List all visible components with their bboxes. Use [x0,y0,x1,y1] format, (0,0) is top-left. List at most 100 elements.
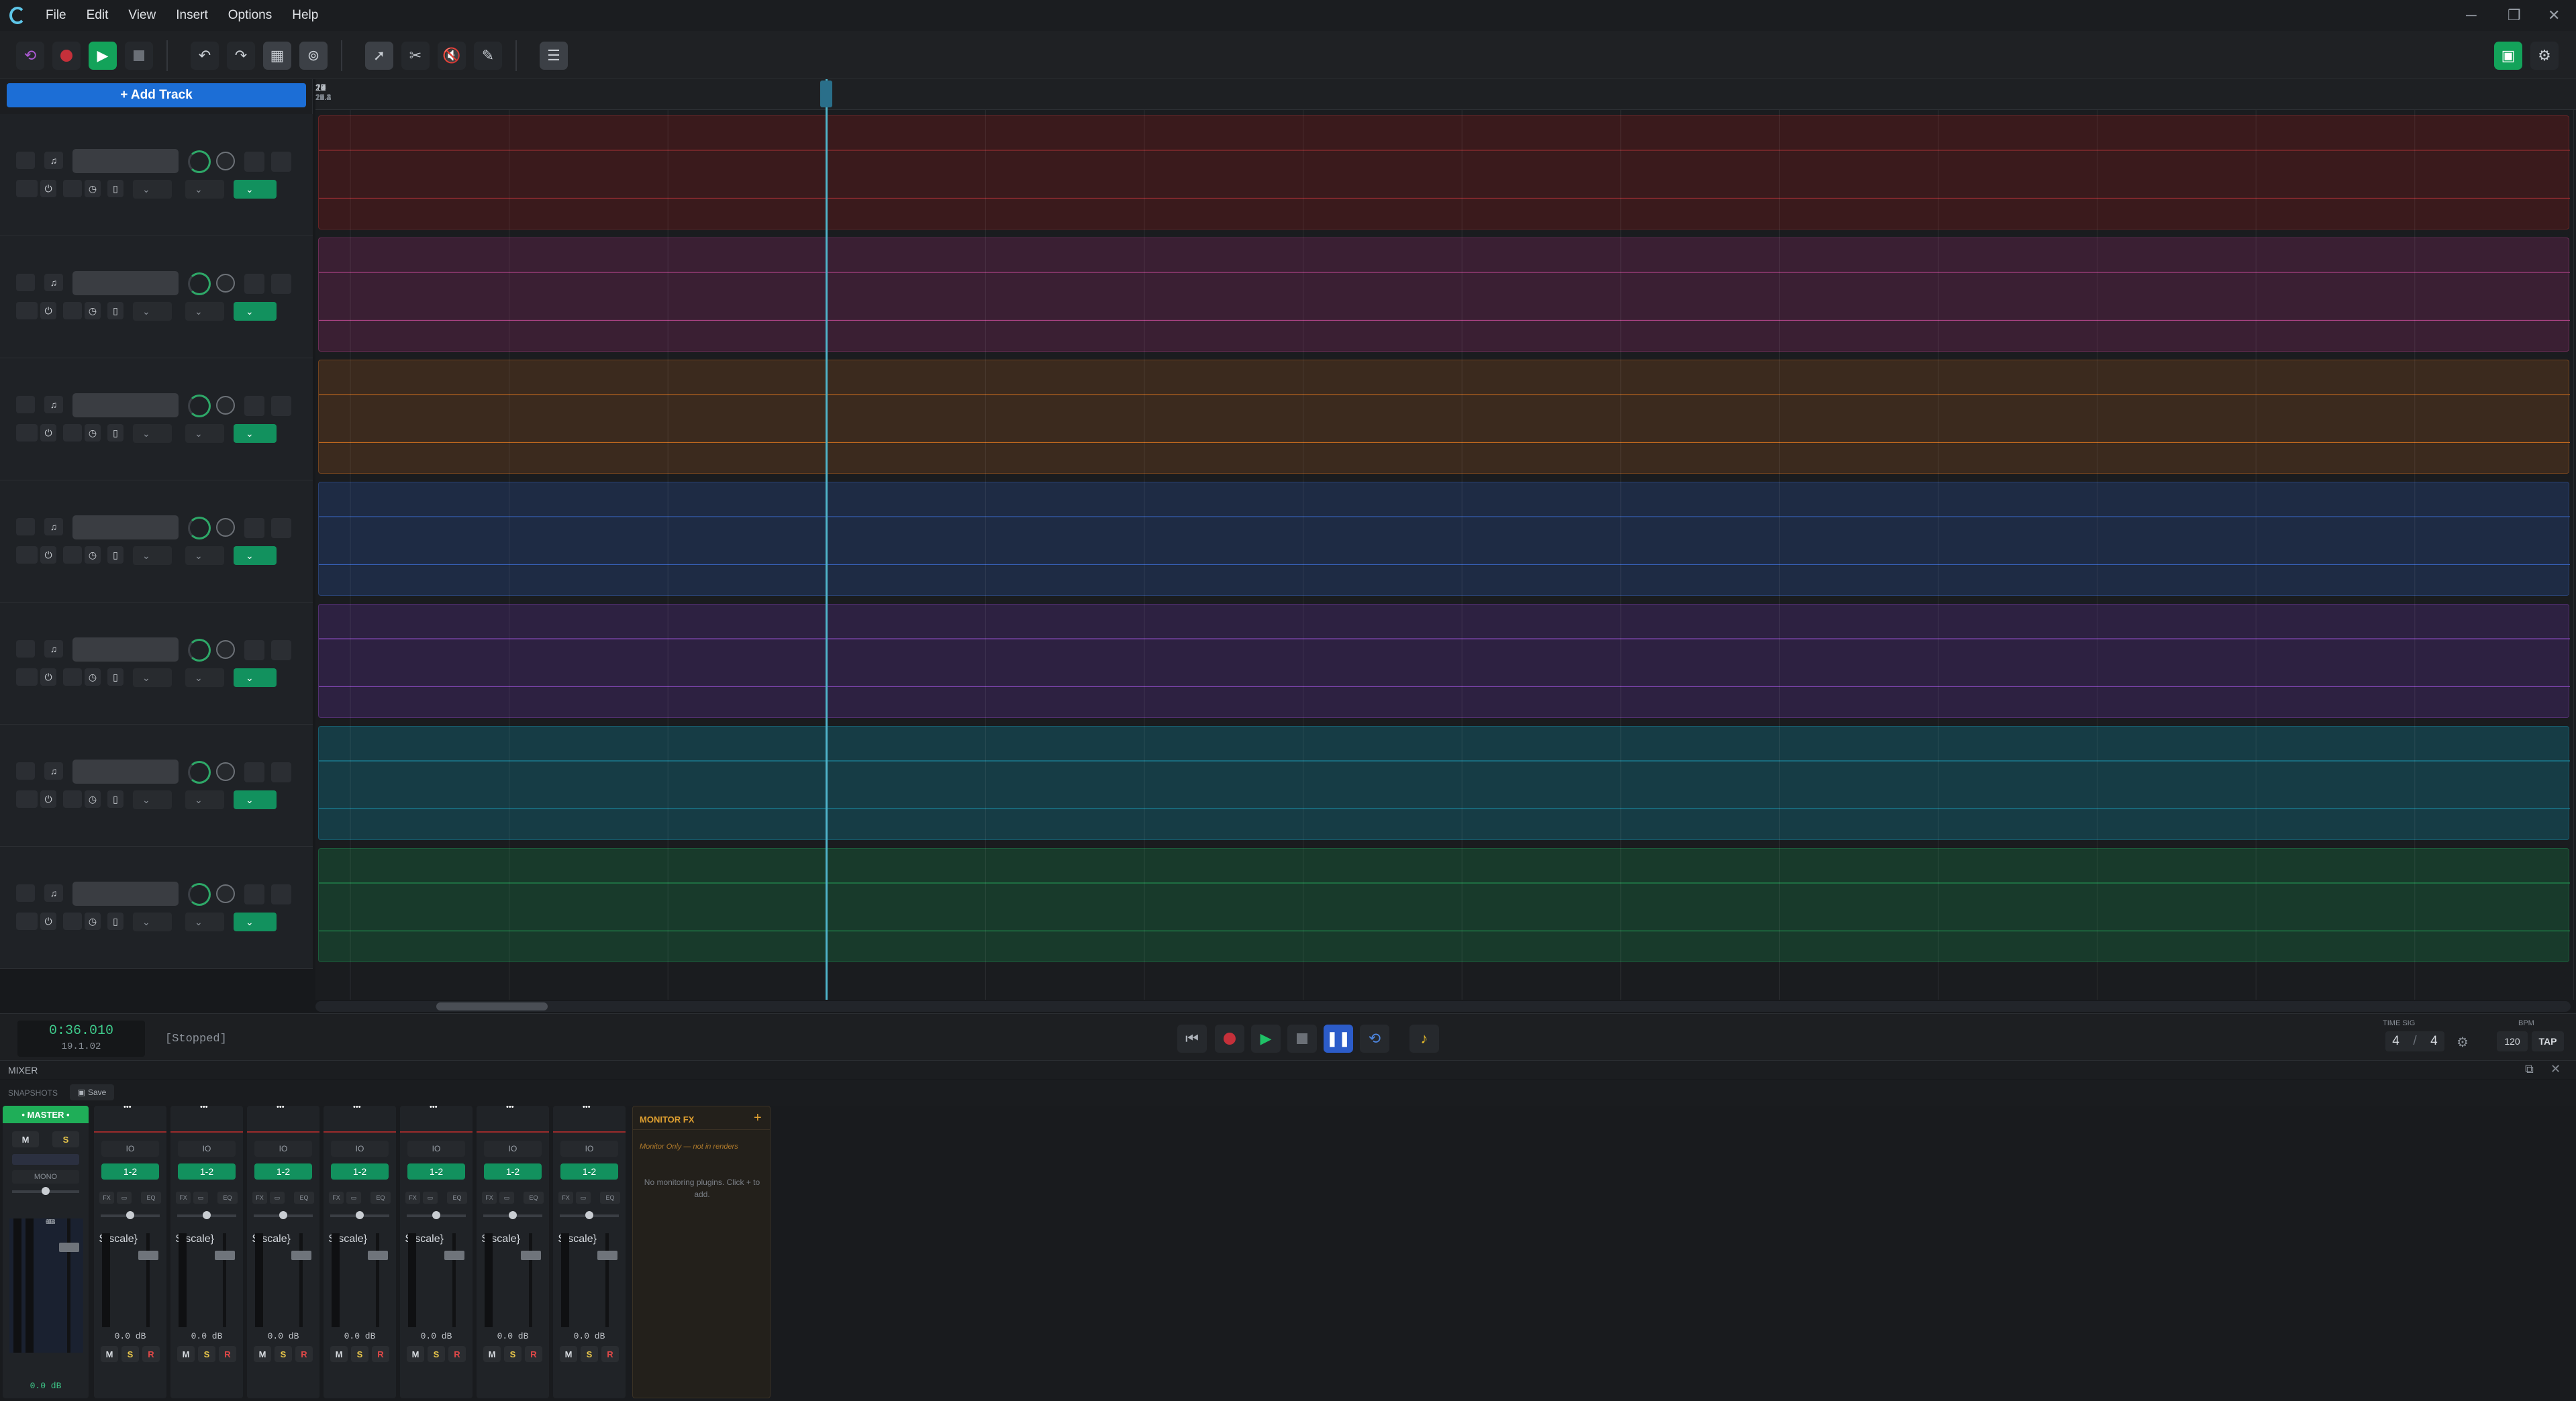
track-header[interactable]: ♫ ⏻ ◷ ▯ ⌄ ⌄ ⌄ [0,603,313,725]
automation-button[interactable] [63,302,82,319]
mute-button[interactable] [244,274,264,294]
input-select[interactable]: ⌄ [234,668,277,687]
clock-icon[interactable]: ◷ [85,913,101,930]
strip-record-button[interactable]: R [372,1346,389,1362]
pan-slider-thumb[interactable] [203,1211,211,1219]
track-name[interactable] [72,515,179,539]
record-arm-button[interactable] [16,274,35,291]
strip-record-button[interactable]: R [142,1346,160,1362]
strip-eq-button[interactable]: EQ [370,1192,391,1204]
strip-fx-button[interactable]: FX [329,1192,344,1204]
stereo-select[interactable]: ⌄ [185,668,224,687]
strip-mute-button[interactable]: M [407,1346,424,1362]
pan-knob[interactable] [216,274,235,293]
track-header[interactable]: ♫ ⏻ ◷ ▯ ⌄ ⌄ ⌄ [0,847,313,969]
power-icon[interactable]: ⏻ [40,913,56,930]
record-arm-button[interactable] [16,152,35,169]
grid-icon[interactable]: ▦ [263,42,291,70]
tap-tempo-button[interactable]: TAP [2532,1031,2564,1051]
pan-slider-thumb[interactable] [509,1211,517,1219]
automation-button[interactable] [63,180,82,197]
strip-bypass-icon[interactable]: ▭ [423,1192,438,1204]
strip-solo-button[interactable]: S [198,1346,215,1362]
close-window-icon[interactable]: ✕ [2548,7,2560,24]
track-header[interactable]: ♫ ⏻ ◷ ▯ ⌄ ⌄ ⌄ [0,725,313,847]
automation-button[interactable] [63,790,82,808]
fader-knob[interactable] [444,1251,464,1260]
strip-fx-button[interactable]: FX [252,1192,267,1204]
mono-button[interactable]: MONO [12,1170,79,1184]
track-header[interactable]: ♫ ⏻ ◷ ▯ ⌄ ⌄ ⌄ [0,480,313,603]
transport-settings-icon[interactable]: ⚙ [2457,1034,2469,1051]
strip-fx-button[interactable]: FX [405,1192,420,1204]
aux-select[interactable]: ⌄ [133,668,172,687]
playhead-handle[interactable] [820,81,832,107]
strip-name[interactable] [170,1111,243,1133]
stereo-select[interactable]: ⌄ [185,302,224,321]
menu-options[interactable]: Options [228,8,272,23]
file-icon[interactable]: ▯ [107,668,123,686]
pan-slider-thumb[interactable] [432,1211,440,1219]
time-sig-numerator[interactable]: 4 [2392,1034,2399,1049]
mute-tool-icon[interactable]: 🔇 [438,42,466,70]
master-mute-button[interactable]: M [12,1131,39,1147]
ai-icon[interactable]: ▣ [2494,42,2522,70]
track-lane[interactable] [318,238,2570,352]
track-lane[interactable] [318,360,2570,474]
pan-slider[interactable] [330,1211,389,1219]
playhead[interactable] [826,79,828,1000]
strip-record-button[interactable]: R [295,1346,313,1362]
close-mixer-icon[interactable]: ✕ [2550,1062,2561,1076]
clock-icon[interactable]: ◷ [85,546,101,564]
strip-mute-button[interactable]: M [101,1346,118,1362]
mixer-toggle-icon[interactable]: ☰ [540,42,568,70]
record-button[interactable] [52,42,81,70]
pan-knob[interactable] [216,396,235,415]
undo-icon[interactable]: ↶ [191,42,219,70]
stereo-select[interactable]: ⌄ [185,546,224,565]
strip-record-button[interactable]: R [601,1346,619,1362]
transport-record-button[interactable] [1215,1025,1244,1053]
strip-fx-button[interactable]: FX [558,1192,573,1204]
solo-button[interactable] [271,884,291,904]
fader-knob[interactable] [215,1251,235,1260]
play-button[interactable]: ▶ [89,42,117,70]
record-arm-button[interactable] [16,396,35,413]
file-icon[interactable]: ▯ [107,913,123,930]
strip-bypass-icon[interactable]: ▭ [499,1192,514,1204]
metronome-icon[interactable]: ♪ [1409,1025,1439,1053]
add-track-button[interactable]: + Add Track [7,83,306,107]
strip-mute-button[interactable]: M [483,1346,501,1362]
strip-eq-button[interactable]: EQ [294,1192,314,1204]
track-header[interactable]: ♫ ⏻ ◷ ▯ ⌄ ⌄ ⌄ [0,358,313,480]
record-arm-button[interactable] [16,762,35,780]
input-select[interactable]: ⌄ [234,913,277,931]
pan-knob[interactable] [216,152,235,170]
io-button[interactable]: IO [101,1141,159,1157]
automation-button[interactable] [63,668,82,686]
mute-button[interactable] [244,884,264,904]
power-icon[interactable]: ⏻ [40,302,56,319]
input-select[interactable]: ⌄ [234,180,277,199]
scrollbar-thumb[interactable] [436,1002,548,1010]
track-lane[interactable] [318,482,2570,596]
file-icon[interactable]: ▯ [107,180,123,197]
strip-name[interactable] [324,1111,396,1133]
draw-tool-icon[interactable]: ✎ [474,42,502,70]
strip-bypass-icon[interactable]: ▭ [117,1192,132,1204]
strip-solo-button[interactable]: S [351,1346,368,1362]
io-button[interactable]: IO [178,1141,236,1157]
aux-select[interactable]: ⌄ [133,424,172,443]
fader-knob[interactable] [291,1251,311,1260]
snap-link-icon[interactable]: ⊚ [299,42,328,70]
clock-icon[interactable]: ◷ [85,668,101,686]
output-route[interactable]: 1-2 [178,1163,236,1180]
pan-knob[interactable] [216,518,235,537]
pause-icon[interactable]: ❚❚ [1324,1025,1353,1053]
volume-knob[interactable] [188,395,211,417]
fader-knob[interactable] [597,1251,617,1260]
pan-slider[interactable] [101,1211,160,1219]
output-route[interactable]: 1-2 [101,1163,159,1180]
stereo-select[interactable]: ⌄ [185,180,224,199]
aux-select[interactable]: ⌄ [133,180,172,199]
